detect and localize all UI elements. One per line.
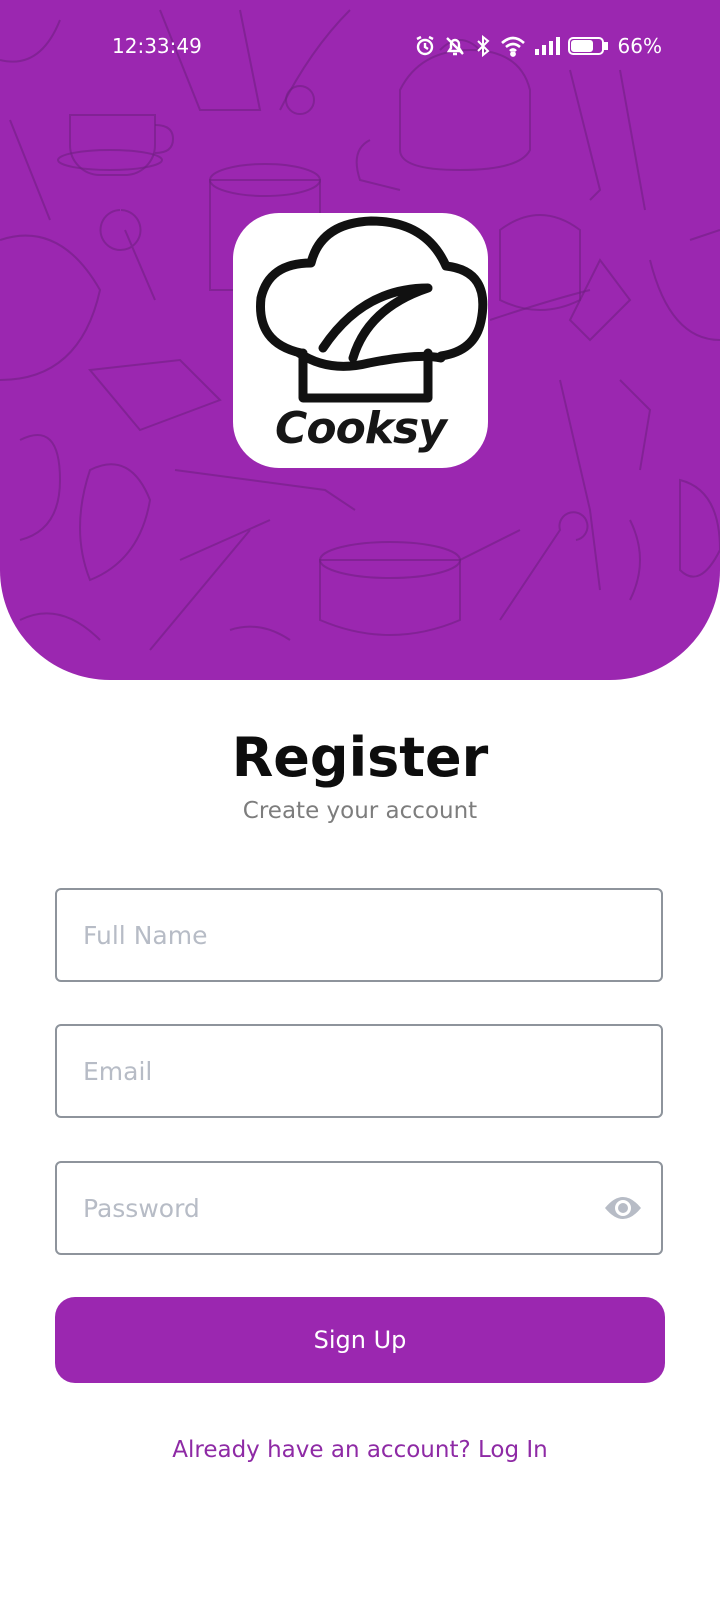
silent-bell-icon (445, 37, 464, 56)
status-bar: 12:33:49 66% (0, 30, 720, 66)
app-logo: Cooksy (233, 213, 488, 468)
battery-percentage: 66% (617, 34, 662, 58)
eye-icon[interactable] (603, 1190, 643, 1226)
email-input[interactable] (57, 1026, 661, 1116)
logo-wordmark: Cooksy (275, 403, 447, 454)
sign-up-button[interactable]: Sign Up (55, 1297, 665, 1383)
email-field[interactable] (55, 1024, 663, 1118)
page-title: Register (231, 726, 489, 789)
bluetooth-icon (476, 35, 490, 57)
page-subtitle: Create your account (242, 798, 478, 824)
password-input[interactable] (57, 1163, 661, 1253)
full-name-field[interactable] (55, 888, 663, 982)
status-time: 12:33:49 (112, 34, 202, 58)
login-link[interactable]: Already have an account? Log In (0, 1437, 720, 1463)
signal-icon (534, 37, 560, 55)
header-banner: 12:33:49 66% Cooksy (0, 0, 720, 680)
wifi-icon (500, 36, 525, 57)
battery-icon (567, 37, 608, 55)
status-icons: 66% (414, 34, 662, 58)
full-name-input[interactable] (57, 890, 661, 980)
alarm-icon (416, 35, 434, 56)
password-field[interactable] (55, 1161, 663, 1255)
